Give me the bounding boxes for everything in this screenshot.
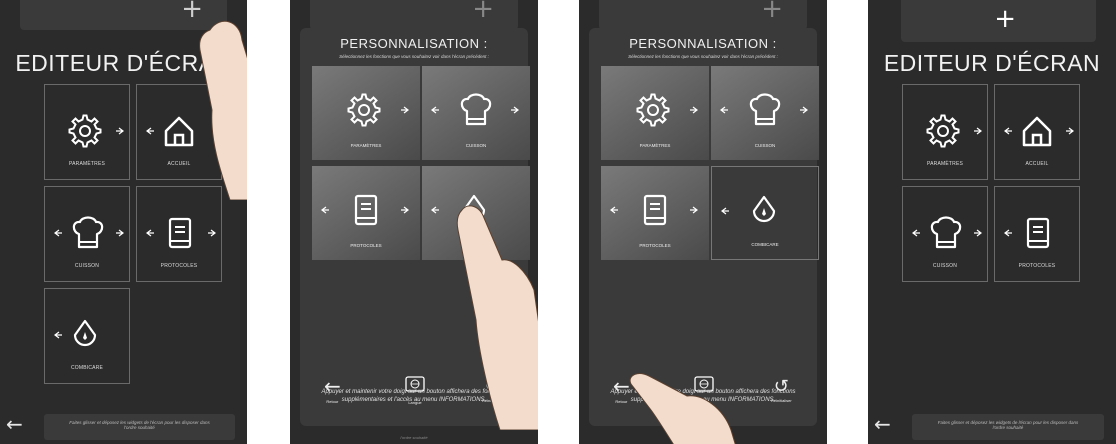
tile-protocoles[interactable]: PROTOCOLES bbox=[994, 186, 1080, 282]
tile-label: PROTOCOLES bbox=[160, 263, 198, 269]
tile-cuisson[interactable]: CUISSON bbox=[711, 66, 819, 160]
tile-parametres[interactable]: PARAMÈTRES bbox=[902, 84, 988, 180]
personalization-screen-2: + PERSONNALISATION : Sélectionnez les fo… bbox=[579, 0, 827, 444]
tile-protocoles[interactable]: PROTOCOLES bbox=[601, 166, 709, 260]
instruction-footer: Faites glisser et déposez les widgets de… bbox=[44, 414, 235, 440]
tile-parametres[interactable]: PARAMÈTRES bbox=[312, 66, 420, 160]
tile-label: COMBICARE bbox=[751, 242, 779, 247]
back-arrow-icon[interactable]: ← bbox=[874, 412, 891, 436]
tile-label: PROTOCOLES bbox=[639, 243, 671, 248]
modal-title: PERSONNALISATION : bbox=[340, 36, 488, 51]
tile-label: CUISSON bbox=[465, 143, 487, 148]
modal-footer-text: l'ordre souhaité bbox=[400, 435, 428, 440]
personalization-modal: PERSONNALISATION : Sélectionnez les fonc… bbox=[589, 28, 819, 426]
tile-label: PROTOCOLES bbox=[1018, 263, 1056, 269]
modal-subtitle: Sélectionnez les fonctions que vous souh… bbox=[339, 54, 489, 59]
top-bar: + bbox=[901, 0, 1096, 42]
hand-pointer-icon bbox=[629, 373, 736, 444]
tile-label: PARAMÈTRES bbox=[926, 161, 964, 167]
editor-screen-2: + EDITEUR D'ÉCRAN PARAMÈTRES ACCUEIL CUI… bbox=[868, 0, 1116, 444]
tile-parametres[interactable]: PARAMÈTRES bbox=[44, 84, 130, 180]
editor-screen-1: + EDITEUR D'ÉCRAN PARAMÈTRES ACCUEIL CUI… bbox=[0, 0, 247, 444]
tile-accueil[interactable]: ACCUEIL bbox=[994, 84, 1080, 180]
page-title: EDITEUR D'ÉCRAN bbox=[883, 50, 1101, 76]
tile-cuisson[interactable]: CUISSON bbox=[422, 66, 530, 160]
tile-cuisson[interactable]: CUISSON bbox=[902, 186, 988, 282]
hand-pointer-icon bbox=[456, 205, 538, 430]
tile-label: PARAMÈTRES bbox=[350, 143, 382, 148]
hand-pointer-icon bbox=[199, 20, 247, 200]
add-widget-button[interactable]: + bbox=[994, 4, 1016, 34]
tile-cuisson[interactable]: CUISSON bbox=[44, 186, 130, 282]
tile-protocoles[interactable]: PROTOCOLES bbox=[136, 186, 222, 282]
tile-label: CUISSON bbox=[74, 263, 100, 269]
tile-protocoles[interactable]: PROTOCOLES bbox=[312, 166, 420, 260]
tile-parametres[interactable]: PARAMÈTRES bbox=[601, 66, 709, 160]
top-bar: + bbox=[310, 0, 518, 30]
tile-label: COMBICARE bbox=[70, 365, 104, 371]
top-bar: + bbox=[599, 0, 807, 30]
personalization-screen-1: + PERSONNALISATION : Sélectionnez les fo… bbox=[290, 0, 538, 444]
tile-label: CUISSON bbox=[754, 143, 776, 148]
modal-subtitle: Sélectionnez les fonctions que vous souh… bbox=[628, 54, 778, 59]
footer-text: Faites glisser et déposez les widgets de… bbox=[937, 420, 1079, 430]
back-arrow-icon[interactable]: ← bbox=[6, 412, 23, 436]
tile-label: PARAMÈTRES bbox=[639, 143, 671, 148]
add-widget-button[interactable]: + bbox=[761, 0, 783, 24]
tile-combicare[interactable]: COMBICARE bbox=[44, 288, 130, 384]
tile-combicare[interactable]: COMBICARE bbox=[711, 166, 819, 260]
modal-title: PERSONNALISATION : bbox=[629, 36, 777, 51]
add-widget-button[interactable]: + bbox=[472, 0, 494, 24]
tile-label: PARAMÈTRES bbox=[68, 161, 106, 167]
tile-label: CUISSON bbox=[932, 263, 958, 269]
tile-label: ACCUEIL bbox=[1025, 161, 1049, 167]
footer-text: Faites glisser et déposez les widgets de… bbox=[69, 420, 210, 430]
instruction-footer: Faites glisser et déposez les widgets de… bbox=[912, 414, 1104, 440]
tile-label: PROTOCOLES bbox=[350, 243, 382, 248]
